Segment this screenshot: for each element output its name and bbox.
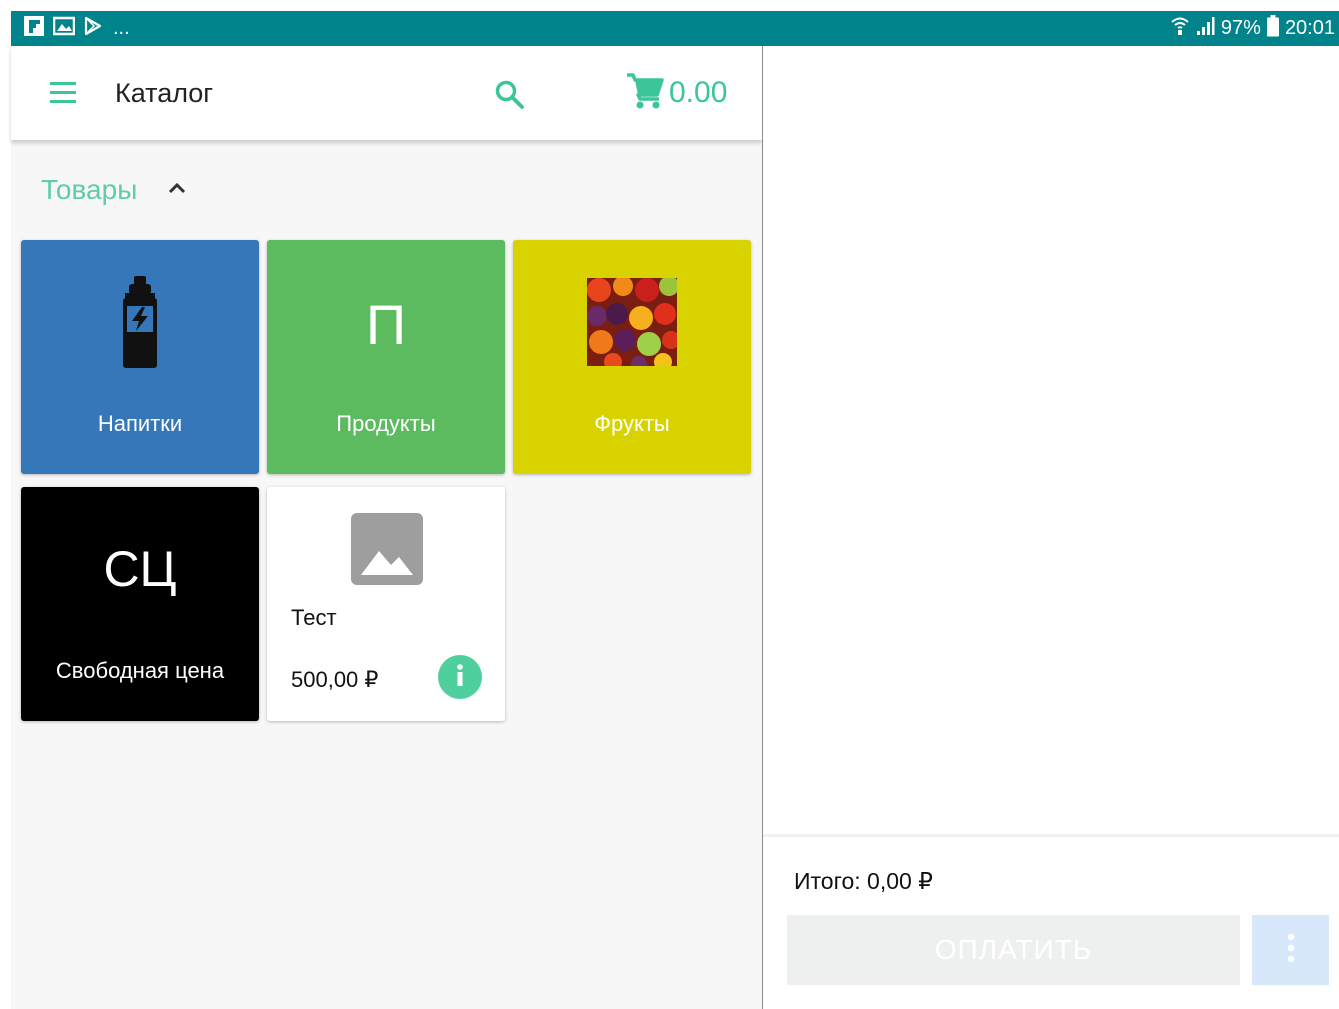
cart-icon <box>625 71 665 116</box>
receipt-pane: Итого: 0,00 ₽ ОПЛАТИТЬ <box>763 46 1339 1009</box>
pay-button[interactable]: ОПЛАТИТЬ <box>787 915 1240 985</box>
bottle-icon <box>122 276 158 373</box>
product-price: 500,00 ₽ <box>291 667 379 692</box>
chevron-up-icon <box>167 181 187 200</box>
category-tile-products[interactable]: П Продукты <box>267 240 505 474</box>
clock: 20:01 <box>1284 17 1335 39</box>
tile-letter: П <box>365 293 407 356</box>
battery-icon <box>1266 14 1279 43</box>
status-overflow: ... <box>113 17 130 39</box>
section-title: Товары <box>41 174 138 205</box>
play-store-icon <box>83 16 103 41</box>
info-icon <box>456 663 464 691</box>
hamburger-icon <box>47 82 79 111</box>
fruits-image <box>587 276 680 372</box>
product-tile[interactable]: Тест 500,00 ₽ <box>267 487 505 721</box>
flipboard-icon <box>23 15 45 42</box>
signal-icon <box>1195 16 1215 42</box>
search-icon <box>493 80 527 116</box>
more-options-button[interactable] <box>1252 915 1329 985</box>
gallery-icon <box>52 15 76 42</box>
tile-label: Напитки <box>97 411 183 436</box>
wifi-icon <box>1171 16 1189 42</box>
status-notifications: ... <box>23 11 130 46</box>
tile-label: Продукты <box>336 411 436 436</box>
image-placeholder-icon <box>351 513 423 590</box>
more-vert-icon <box>1287 933 1295 968</box>
category-tile-drinks[interactable]: Напитки <box>21 240 259 474</box>
category-tile-fruits[interactable]: Фрукты <box>513 240 751 474</box>
tile-label: Свободная цена <box>55 658 225 683</box>
battery-percent: 97% <box>1220 17 1261 39</box>
app-bar: Каталог 0.00 <box>11 46 762 140</box>
product-name: Тест <box>291 605 337 630</box>
receipt-total: Итого: 0,00 ₽ <box>794 868 933 894</box>
cart-total: 0.00 <box>669 76 728 109</box>
menu-button[interactable] <box>47 79 79 107</box>
tile-label: Фрукты <box>594 411 670 436</box>
status-system: 97% 20:01 <box>1171 11 1335 46</box>
product-info-button[interactable] <box>438 655 482 699</box>
search-button[interactable] <box>493 78 527 112</box>
tile-letter: СЦ <box>103 541 177 597</box>
cart-button[interactable]: 0.00 <box>625 72 727 114</box>
footer-separator <box>763 834 1339 837</box>
category-tile-free-price[interactable]: СЦ Свободная цена <box>21 487 259 721</box>
catalog-pane: Каталог 0.00 Товары Напитки П Продукты Ф… <box>11 46 762 1009</box>
status-bar: ... 97% 20:01 <box>11 11 1339 46</box>
section-toggle[interactable]: Товары <box>41 174 187 206</box>
page-title: Каталог <box>115 78 214 108</box>
